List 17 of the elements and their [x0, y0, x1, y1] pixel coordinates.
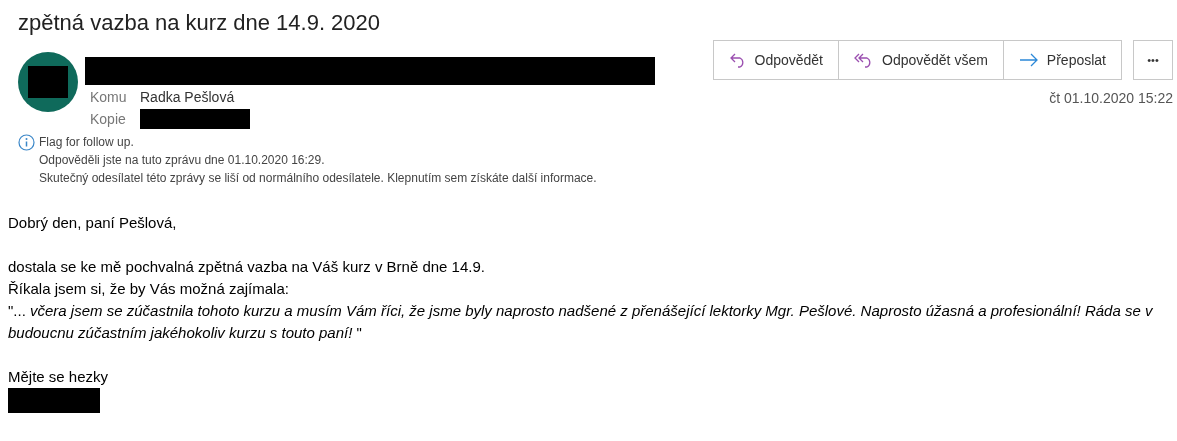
info-icon [18, 134, 35, 151]
info-message: Odpověděli jste na tuto zprávu dne 01.10.2020 16:29. [39, 152, 326, 169]
info-message[interactable]: Skutečný odesílatel této zprávy se liší od normálního odesílatele. Klepnutím sem získáte další informace. [39, 169, 597, 187]
recipient-label: Komu [90, 87, 128, 107]
body-paragraph: Říkala jsem si, že by Vás možná zajímala: [8, 279, 290, 299]
sender-avatar [18, 52, 78, 112]
forward-arrow-icon [1018, 53, 1039, 67]
body-paragraph: Mějte se hezky [8, 367, 110, 387]
info-message: Flag for follow up. [39, 134, 135, 151]
body-paragraph: Dobrý den, paní Pešlová, [8, 213, 178, 233]
email-subject: zpětná vazba na kurz dne 14.9. 2020 [18, 9, 381, 37]
recipient-label: Kopie [90, 109, 127, 129]
received-date: čt 01.10.2020 15:22 [1049, 89, 1173, 108]
body-paragraph: dostala se ke mě pochvalná zpětná vazba na Váš kurz v Brně dne 14.9. [8, 257, 486, 277]
body-paragraph: "... včera jsem se zúčastnila tohoto kurzu a musím Vám říci, že jsme byly naprosto nadšené z přenášející lektorky Mgr. Pešlové. Naprosto úžasná a profesionální! Ráda se v budoucnu zúčastním jakéhokoliv kurzu s touto paní! " [8, 301, 1154, 343]
more-button[interactable]: ••• [1133, 40, 1173, 80]
recipient-name[interactable]: Radka Pešlová [140, 86, 235, 108]
